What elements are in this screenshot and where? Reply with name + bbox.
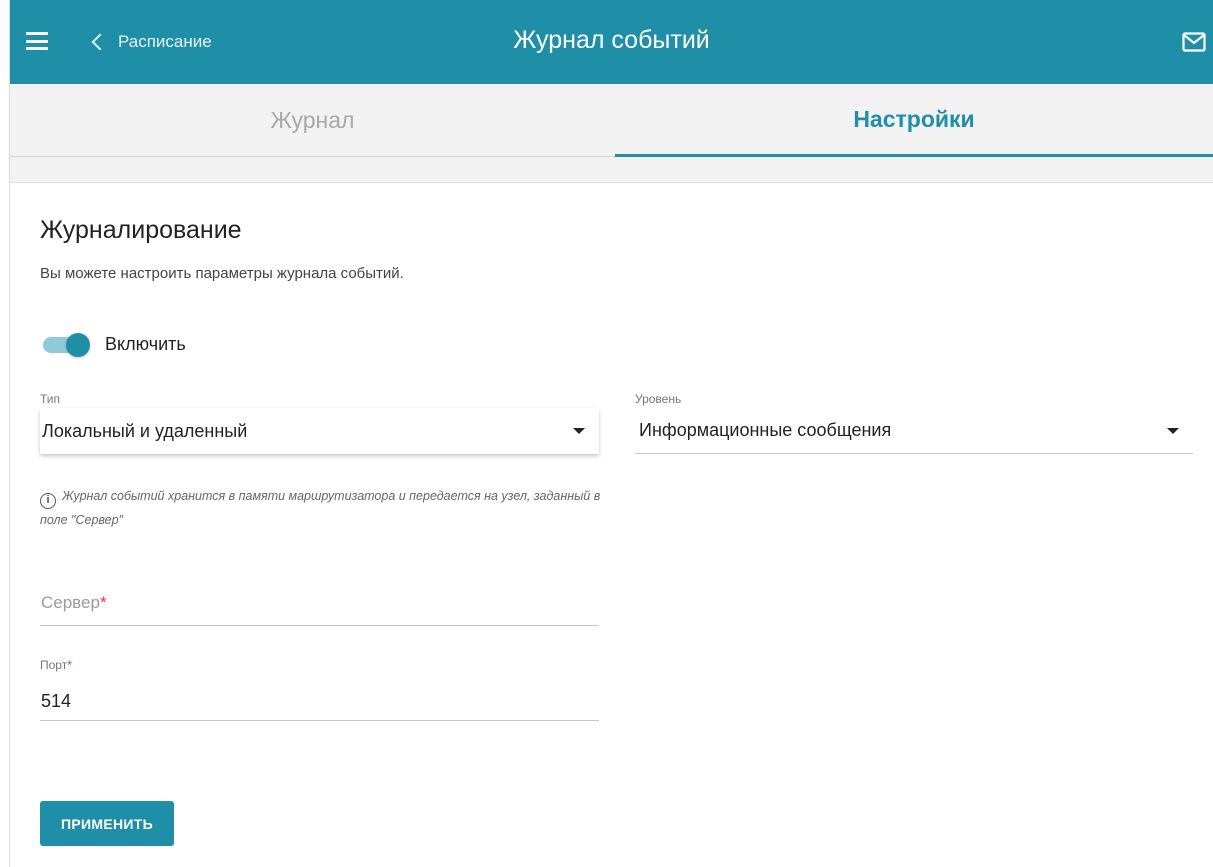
type-select[interactable]: Локальный и удаленный: [40, 408, 599, 454]
mail-icon[interactable]: [1182, 32, 1206, 52]
settings-card: Журналирование Вы можете настроить парам…: [10, 183, 1213, 867]
tab-log[interactable]: Журнал: [10, 84, 615, 157]
port-label: Порт*: [40, 658, 72, 672]
type-hint-text: Журнал событий хранится в памяти маршрут…: [40, 489, 601, 527]
tab-settings[interactable]: Настройки: [615, 84, 1213, 157]
type-select-value: Локальный и удаленный: [42, 420, 248, 441]
toggle-knob: [66, 333, 90, 357]
section-title: Журналирование: [40, 216, 242, 244]
level-select-value: Информационные сообщения: [639, 420, 892, 440]
server-placeholder: Сервер*: [41, 593, 107, 612]
apply-button[interactable]: ПРИМЕНИТЬ: [40, 801, 174, 846]
info-icon: i: [40, 493, 56, 509]
level-label: Уровень: [635, 392, 682, 406]
type-hint: i Журнал событий хранится в памяти маршру…: [40, 485, 610, 532]
required-mark: *: [99, 593, 107, 612]
section-description: Вы можете настроить параметры журнала со…: [40, 265, 404, 282]
enable-toggle-label: Включить: [105, 334, 186, 354]
top-bar: Расписание Журнал событий: [10, 0, 1213, 84]
level-select[interactable]: Информационные сообщения: [635, 408, 1193, 454]
port-field[interactable]: 514: [40, 671, 599, 721]
tab-bar: Журнал Настройки: [10, 84, 1213, 157]
type-label: Тип: [40, 392, 61, 406]
enable-toggle[interactable]: [43, 333, 90, 357]
left-edge-divider: [0, 0, 10, 867]
caret-down-icon: [1167, 428, 1179, 434]
required-mark: *: [67, 658, 72, 672]
port-value: 514: [41, 691, 72, 711]
server-field[interactable]: Сервер*: [40, 578, 599, 626]
page-title: Журнал событий: [513, 26, 710, 54]
tab-content-separator: [10, 157, 1213, 183]
caret-down-icon: [573, 428, 585, 434]
